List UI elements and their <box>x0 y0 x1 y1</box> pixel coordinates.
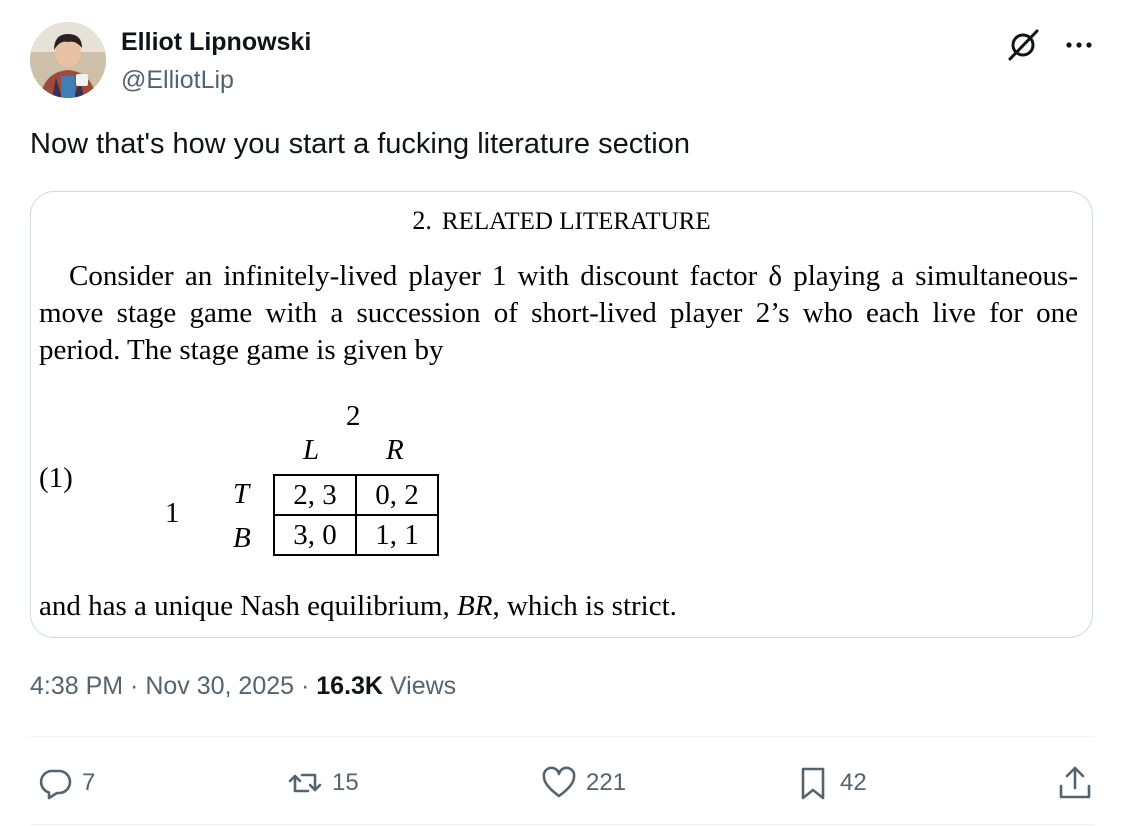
repost-button[interactable]: 15 <box>286 758 359 808</box>
share-icon <box>1059 766 1091 799</box>
tweet-text: Now that's how you start a fucking liter… <box>30 128 690 160</box>
player-1-label: 1 <box>165 497 180 529</box>
payoff-row: 2, 3 0, 2 <box>273 474 439 516</box>
reply-count: 7 <box>82 769 96 796</box>
avatar[interactable] <box>30 22 106 98</box>
row-action-b: B <box>233 522 251 554</box>
player-2-label: 2 <box>346 400 361 432</box>
tweet-header: Elliot Lipnowski @ElliotLip <box>30 22 1094 102</box>
avatar-image <box>30 22 106 98</box>
repost-icon <box>288 773 322 793</box>
views-count: 16.3K <box>316 672 383 700</box>
tweet-date[interactable]: Nov 30, 2025 <box>145 672 294 700</box>
more-dots-icon[interactable] <box>1064 30 1094 60</box>
bookmark-count: 42 <box>840 769 867 796</box>
like-count: 221 <box>586 769 627 796</box>
author-handle[interactable]: @ElliotLip <box>121 66 234 95</box>
reply-button[interactable]: 7 <box>36 758 95 808</box>
like-button[interactable]: 221 <box>540 758 626 808</box>
divider <box>30 824 1094 825</box>
heart-icon <box>542 766 576 798</box>
payoff-cell: 1, 1 <box>355 514 439 556</box>
equation-label: (1) <box>39 462 73 494</box>
conclusion-suffix: , which is strict. <box>492 590 677 622</box>
reply-icon <box>39 769 72 800</box>
col-action-l: L <box>303 434 320 466</box>
stage-game: (1) 2 L R 1 T B 2, 3 0, 2 3, 0 1, 1 <box>31 192 1092 637</box>
bookmark-button[interactable]: 42 <box>794 758 867 808</box>
col-action-r: R <box>386 434 404 466</box>
meta-separator: · <box>294 672 317 700</box>
views-label: Views <box>382 672 457 700</box>
payoff-cell: 2, 3 <box>273 474 357 516</box>
tweet-meta: 4:38 PM · Nov 30, 2025 · 16.3K Views <box>30 672 456 701</box>
meta-separator: · <box>123 672 146 700</box>
conclusion-text: and has a unique Nash equilibrium, BR, w… <box>39 590 677 623</box>
repost-count: 15 <box>332 769 359 796</box>
share-button[interactable] <box>1056 758 1094 808</box>
conclusion-prefix: and has a unique Nash equilibrium, <box>39 590 457 622</box>
payoff-cell: 3, 0 <box>273 514 357 556</box>
divider <box>30 736 1094 737</box>
row-action-t: T <box>233 478 250 510</box>
grok-icon[interactable] <box>1006 28 1040 62</box>
payoff-matrix: 2, 3 0, 2 3, 0 1, 1 <box>273 474 439 556</box>
payoff-row: 3, 0 1, 1 <box>273 514 439 556</box>
author-name[interactable]: Elliot Lipnowski <box>121 28 311 57</box>
tweet-time[interactable]: 4:38 PM <box>30 672 123 700</box>
tweet-media-image[interactable]: 2. RELATED LITERATURE Consider an infinit… <box>30 191 1093 638</box>
action-bar: 7 15 221 42 <box>30 758 1094 808</box>
bookmark-icon <box>801 767 825 800</box>
conclusion-italic: BR <box>457 590 493 622</box>
payoff-cell: 0, 2 <box>355 474 439 516</box>
